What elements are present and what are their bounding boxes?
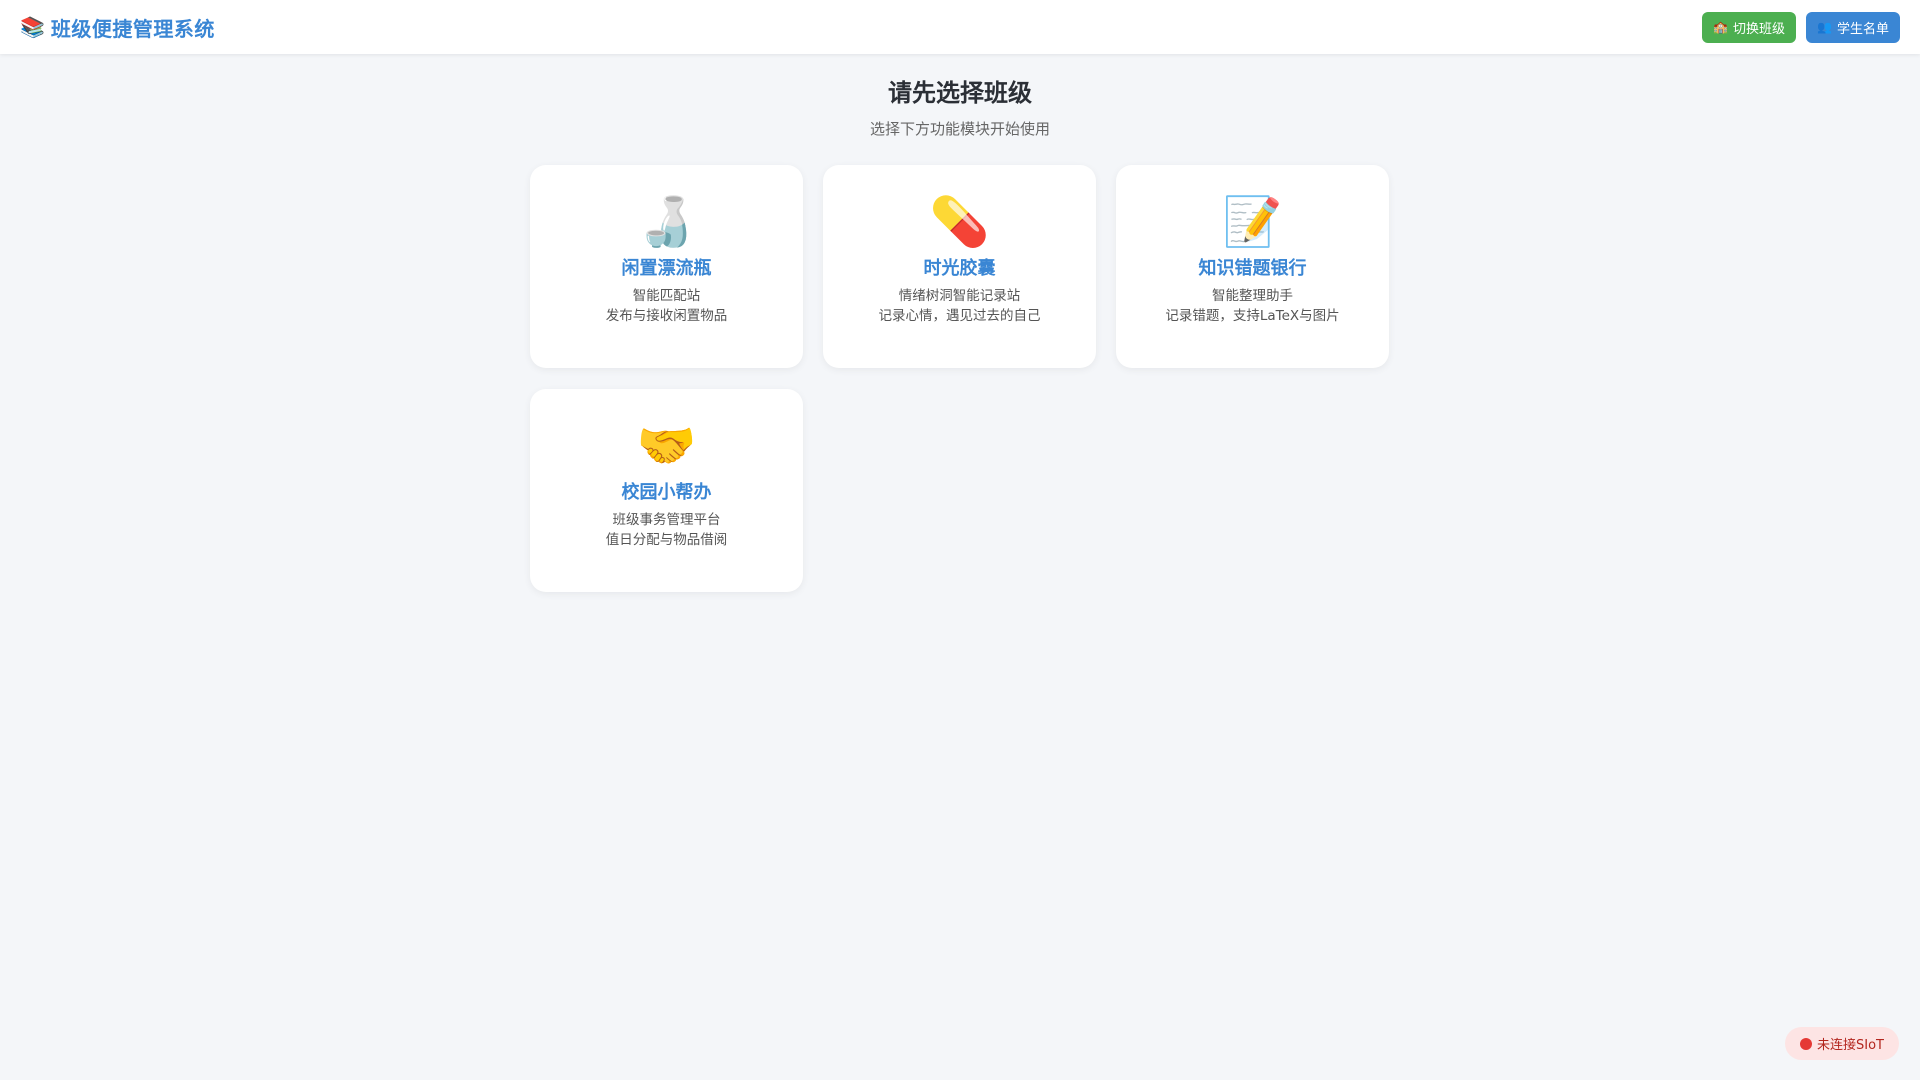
top-navbar: 📚 班级便捷管理系统 🏫 切换班级 👥 学生名单 [0, 0, 1920, 54]
card-description: 情绪树洞智能记录站 记录心情，遇见过去的自己 [879, 286, 1041, 326]
card-description: 班级事务管理平台 值日分配与物品借阅 [606, 510, 728, 550]
memo-icon: 📝 [1222, 194, 1283, 250]
card-title: 时光胶囊 [923, 258, 996, 279]
books-icon: 📚 [20, 15, 45, 39]
student-roster-label: 学生名单 [1836, 21, 1889, 37]
page-title: 请先选择班级 [888, 79, 1032, 107]
status-dot-icon [1800, 1037, 1813, 1050]
card-desc-line: 班级事务管理平台 [612, 512, 721, 528]
student-roster-button[interactable]: 👥 学生名单 [1806, 11, 1900, 43]
users-icon: 👥 [1817, 20, 1832, 34]
module-card-drift-bottle[interactable]: 🍶 闲置漂流瓶 智能匹配站 发布与接收闲置物品 [530, 165, 803, 368]
school-icon: 🏫 [1713, 20, 1729, 34]
card-desc-line: 记录错题，支持LaTeX与图片 [1165, 308, 1340, 324]
brand[interactable]: 📚 班级便捷管理系统 [20, 13, 215, 42]
card-desc-line: 发布与接收闲置物品 [605, 308, 728, 324]
card-desc-line: 记录心情，遇见过去的自己 [878, 308, 1041, 324]
page-subtitle: 选择下方功能模块开始使用 [869, 120, 1050, 138]
pill-icon: 💊 [929, 194, 990, 250]
card-description: 智能匹配站 发布与接收闲置物品 [606, 286, 728, 326]
module-card-time-capsule[interactable]: 💊 时光胶囊 情绪树洞智能记录站 记录心情，遇见过去的自己 [823, 165, 1096, 368]
module-card-campus-helper[interactable]: 🤝 校园小帮办 班级事务管理平台 值日分配与物品借阅 [530, 389, 803, 592]
card-title: 闲置漂流瓶 [621, 258, 712, 279]
card-desc-line: 值日分配与物品借阅 [605, 532, 728, 548]
card-desc-line: 智能匹配站 [632, 288, 701, 304]
switch-class-button[interactable]: 🏫 切换班级 [1702, 11, 1797, 43]
siot-status-label: 未连接SIoT [1817, 1038, 1884, 1053]
card-desc-line: 情绪树洞智能记录站 [898, 288, 1021, 304]
card-title: 校园小帮办 [621, 482, 712, 503]
switch-class-label: 切换班级 [1733, 21, 1786, 37]
module-grid: 🍶 闲置漂流瓶 智能匹配站 发布与接收闲置物品 💊 时光胶囊 情绪树洞智能记录站… [530, 165, 1390, 592]
nav-actions: 🏫 切换班级 👥 学生名单 [1702, 11, 1900, 43]
handshake-icon: 🤝 [636, 418, 697, 474]
card-description: 智能整理助手 记录错题，支持LaTeX与图片 [1165, 286, 1339, 326]
card-desc-line: 智能整理助手 [1212, 288, 1293, 304]
card-title: 知识错题银行 [1198, 258, 1307, 279]
sake-bottle-icon: 🍶 [636, 194, 697, 250]
app-title: 班级便捷管理系统 [50, 16, 215, 41]
page-heading: 请先选择班级 选择下方功能模块开始使用 [0, 76, 1920, 139]
siot-connection-status[interactable]: 未连接SIoT [1785, 1027, 1899, 1060]
module-card-mistake-bank[interactable]: 📝 知识错题银行 智能整理助手 记录错题，支持LaTeX与图片 [1116, 165, 1389, 368]
